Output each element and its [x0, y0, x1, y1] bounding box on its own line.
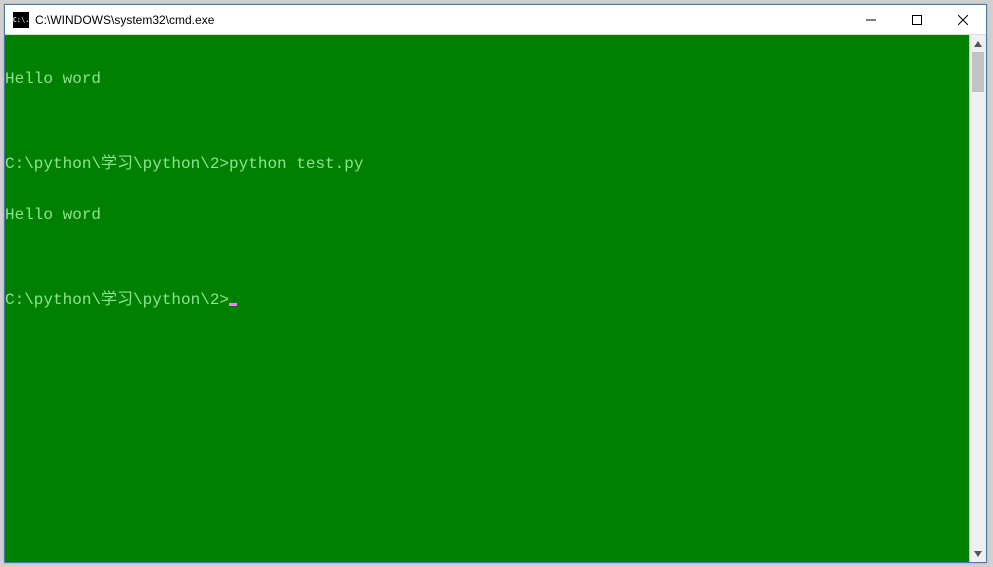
terminal-line: Hello word	[5, 207, 969, 224]
cursor	[229, 303, 237, 306]
terminal-prompt-line: C:\python\学习\python\2>	[5, 292, 969, 309]
terminal-line: C:\python\学习\python\2>python test.py	[5, 156, 969, 173]
close-button[interactable]	[940, 5, 986, 34]
terminal-line: Hello word	[5, 71, 969, 88]
terminal-area: Hello word C:\python\学习\python\2>python …	[5, 35, 986, 562]
minimize-icon	[866, 15, 876, 25]
maximize-button[interactable]	[894, 5, 940, 34]
cmd-window: C:\. C:\WINDOWS\system32\cmd.exe Hello w…	[4, 4, 987, 563]
vertical-scrollbar[interactable]	[969, 35, 986, 562]
terminal-output[interactable]: Hello word C:\python\学习\python\2>python …	[5, 35, 969, 562]
window-title: C:\WINDOWS\system32\cmd.exe	[35, 13, 848, 27]
chevron-down-icon	[974, 551, 982, 557]
window-controls	[848, 5, 986, 34]
maximize-icon	[912, 15, 922, 25]
scroll-down-button[interactable]	[970, 545, 986, 562]
scroll-up-button[interactable]	[970, 35, 986, 52]
chevron-up-icon	[974, 41, 982, 47]
scrollbar-track[interactable]	[970, 52, 986, 545]
titlebar[interactable]: C:\. C:\WINDOWS\system32\cmd.exe	[5, 5, 986, 35]
scrollbar-thumb[interactable]	[972, 52, 984, 92]
terminal-prompt: C:\python\学习\python\2>	[5, 291, 229, 309]
close-icon	[958, 15, 968, 25]
cmd-icon: C:\.	[13, 12, 29, 28]
minimize-button[interactable]	[848, 5, 894, 34]
